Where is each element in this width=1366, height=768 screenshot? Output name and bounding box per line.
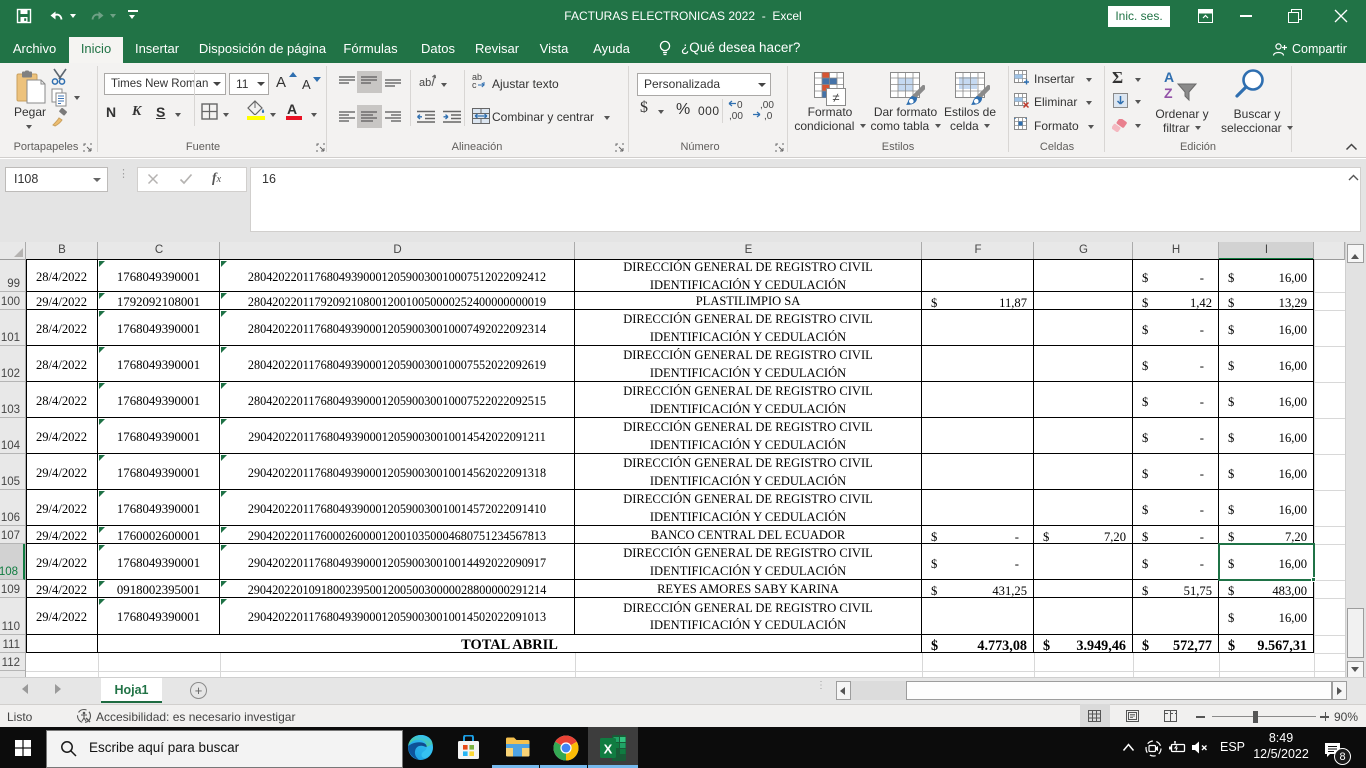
svg-text:ab: ab (419, 77, 431, 89)
svg-text:0: 0 (737, 100, 743, 111)
svg-text:,00: ,00 (729, 111, 743, 122)
svg-text:c: c (472, 80, 477, 89)
svg-text:,0: ,0 (764, 111, 773, 122)
svg-text:X: X (604, 742, 613, 757)
svg-text:,00: ,00 (760, 100, 774, 111)
svg-text:A: A (1164, 69, 1174, 85)
svg-text:Z: Z (1164, 85, 1173, 101)
